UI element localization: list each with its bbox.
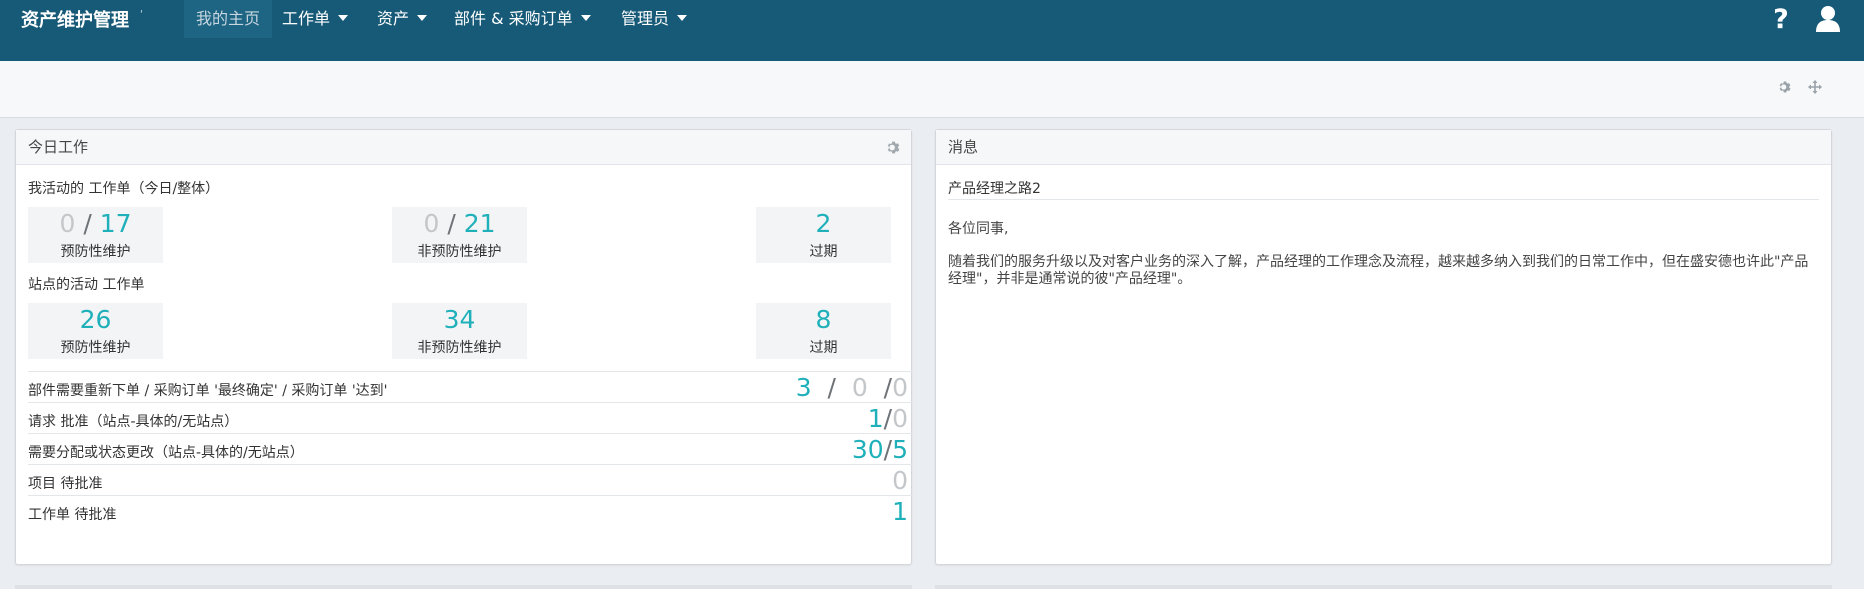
brand-mark: ' — [140, 9, 143, 20]
my-pm-today: 0 — [59, 209, 76, 238]
message-divider — [948, 199, 1819, 200]
nav-workorders[interactable]: 工作单 — [282, 0, 349, 38]
question-icon[interactable]: ? — [1771, 3, 1791, 37]
site-overdue-label: 过期 — [809, 340, 838, 356]
nav-assets-label: 资产 — [377, 9, 410, 28]
next-panel-edge-left — [15, 585, 912, 589]
messages-panel: 消息 产品经理之路2 各位同事, 随着我们的服务升级以及对客户业务的深入了解，产… — [935, 129, 1832, 565]
po-reached-count[interactable]: 0 — [892, 373, 908, 402]
my-nonpm-total: 21 — [463, 209, 496, 238]
my-overdue-stat[interactable]: 2 过期 — [756, 207, 891, 263]
assignment-nosite-count[interactable]: 5 — [892, 435, 908, 464]
user-icon[interactable] — [1815, 5, 1841, 37]
project-approval-row[interactable]: 项目 待批准 0 — [28, 464, 912, 495]
site-overdue-value: 8 — [815, 305, 832, 334]
nav-home-label: 我的主页 — [196, 9, 261, 28]
my-nonpm-label: 非预防性维护 — [417, 244, 502, 260]
caret-down-icon — [338, 14, 349, 21]
my-pm-total: 17 — [99, 209, 132, 238]
workorder-approval-count[interactable]: 1 — [892, 496, 908, 527]
toolbar — [0, 61, 1864, 118]
message-item-title[interactable]: 产品经理之路2 — [948, 178, 1041, 198]
site-pm-label: 预防性维护 — [60, 340, 131, 356]
top-navbar: 资产维护管理 ' 我的主页 工作单 资产 部件 & 采购订单 管理员 ? — [0, 0, 1864, 61]
caret-down-icon — [417, 14, 428, 21]
project-approval-label: 项目 待批准 — [28, 476, 103, 492]
today-work-title: 今日工作 — [16, 130, 911, 165]
workorder-approval-row[interactable]: 工作单 待批准 1 — [28, 495, 912, 526]
nav-parts-po[interactable]: 部件 & 采购订单 — [454, 0, 591, 38]
site-active-workorders-label: 站点的活动 工作单 — [28, 277, 145, 293]
parts-reorder-row[interactable]: 部件需要重新下单 / 采购订单 '最终确定' / 采购订单 '达到' 3 / 0… — [28, 371, 912, 402]
gear-icon[interactable] — [1778, 80, 1792, 98]
my-nonpm-today: 0 — [423, 209, 440, 238]
nav-home[interactable]: 我的主页 — [184, 0, 273, 38]
site-pm-stat[interactable]: 26 预防性维护 — [28, 303, 163, 359]
project-approval-count[interactable]: 0 — [892, 465, 908, 496]
site-nonpm-stat[interactable]: 34 非预防性维护 — [392, 303, 527, 359]
caret-down-icon — [677, 14, 688, 21]
svg-text:?: ? — [1773, 4, 1789, 33]
message-greeting: 各位同事, — [948, 221, 1009, 237]
caret-down-icon — [580, 14, 591, 21]
message-body: 随着我们的服务升级以及对客户业务的深入了解，产品经理的工作理念及流程，越来越多纳… — [948, 254, 1809, 287]
site-overdue-stat[interactable]: 8 过期 — [756, 303, 891, 359]
request-approval-site-count[interactable]: 1 — [868, 404, 884, 433]
site-pm-value: 26 — [79, 305, 112, 334]
assignment-row[interactable]: 需要分配或状态更改（站点-具体的/无站点） 30/5 — [28, 433, 912, 464]
assignment-label: 需要分配或状态更改（站点-具体的/无站点） — [28, 445, 304, 461]
today-work-panel: 今日工作 我活动的 工作单（今日/整体） 0 / 17 预防性维护 0 / 21… — [15, 129, 912, 565]
workorder-approval-label: 工作单 待批准 — [28, 507, 117, 523]
my-active-workorders-label: 我活动的 工作单（今日/整体） — [28, 181, 220, 197]
parts-reorder-count[interactable]: 3 — [796, 373, 812, 402]
site-nonpm-value: 34 — [443, 305, 476, 334]
request-approval-row[interactable]: 请求 批准（站点-具体的/无站点） 1/0 — [28, 402, 912, 433]
move-icon[interactable] — [1808, 80, 1822, 98]
panel-settings-gear-icon[interactable] — [886, 140, 901, 159]
messages-title: 消息 — [936, 130, 1831, 165]
nav-parts-po-label: 部件 & 采购订单 — [454, 9, 573, 28]
my-overdue-label: 过期 — [809, 244, 838, 260]
nav-assets[interactable]: 资产 — [377, 0, 428, 38]
my-overdue-value: 2 — [815, 209, 832, 238]
app-brand[interactable]: 资产维护管理 — [21, 6, 129, 32]
assignment-site-count[interactable]: 30 — [852, 435, 884, 464]
nav-admin[interactable]: 管理员 — [621, 0, 688, 38]
parts-reorder-label: 部件需要重新下单 / 采购订单 '最终确定' / 采购订单 '达到' — [28, 383, 388, 399]
po-final-count[interactable]: 0 — [852, 373, 868, 402]
next-panel-edge-right — [935, 585, 1832, 589]
my-pm-stat[interactable]: 0 / 17 预防性维护 — [28, 207, 163, 263]
my-pm-label: 预防性维护 — [60, 244, 131, 260]
request-approval-nosite-count[interactable]: 0 — [892, 404, 908, 433]
site-nonpm-label: 非预防性维护 — [417, 340, 502, 356]
nav-workorders-label: 工作单 — [282, 9, 331, 28]
request-approval-label: 请求 批准（站点-具体的/无站点） — [28, 414, 239, 430]
my-nonpm-stat[interactable]: 0 / 21 非预防性维护 — [392, 207, 527, 263]
nav-admin-label: 管理员 — [621, 9, 670, 28]
